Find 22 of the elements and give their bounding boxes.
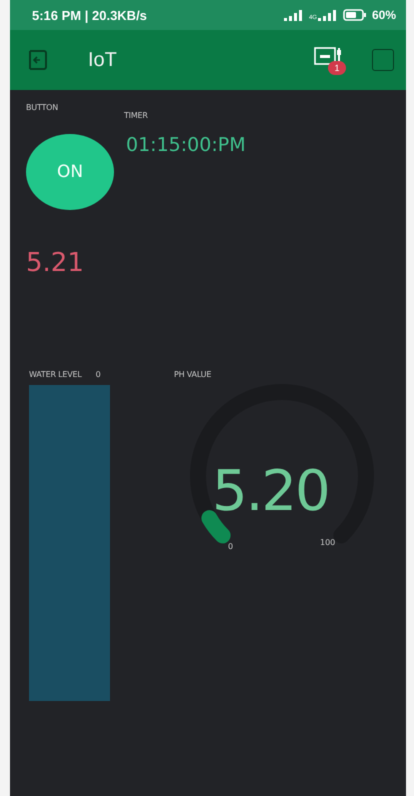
signal-icon xyxy=(284,10,304,20)
board-icon xyxy=(314,46,344,66)
app-title: IoT xyxy=(88,48,118,72)
widget-label: BUTTON xyxy=(26,103,60,112)
level-reading: 0 xyxy=(96,370,101,379)
gauge-min: 0 xyxy=(228,542,234,551)
value-display: 5.21 xyxy=(26,248,84,278)
signal-icon xyxy=(318,10,338,20)
widget-label: WATER LEVEL xyxy=(29,370,82,379)
gauge-max: 100 xyxy=(320,538,336,547)
gauge-fill xyxy=(201,510,231,544)
timer-value: 01:15:00:PM xyxy=(126,134,246,156)
exit-icon[interactable] xyxy=(26,48,50,72)
battery-icon xyxy=(342,9,367,21)
widget-label: TIMER xyxy=(124,111,148,120)
battery-percent: 60% xyxy=(372,8,396,22)
status-time: 5:16 PM | 20.3KB/s xyxy=(32,8,147,22)
square-button[interactable] xyxy=(372,49,394,71)
notification-badge: 1 xyxy=(328,61,346,75)
device-button[interactable]: 1 xyxy=(314,46,346,74)
gauge-value: 5.20 xyxy=(212,459,329,524)
widget-label: PH VALUE xyxy=(174,370,212,379)
